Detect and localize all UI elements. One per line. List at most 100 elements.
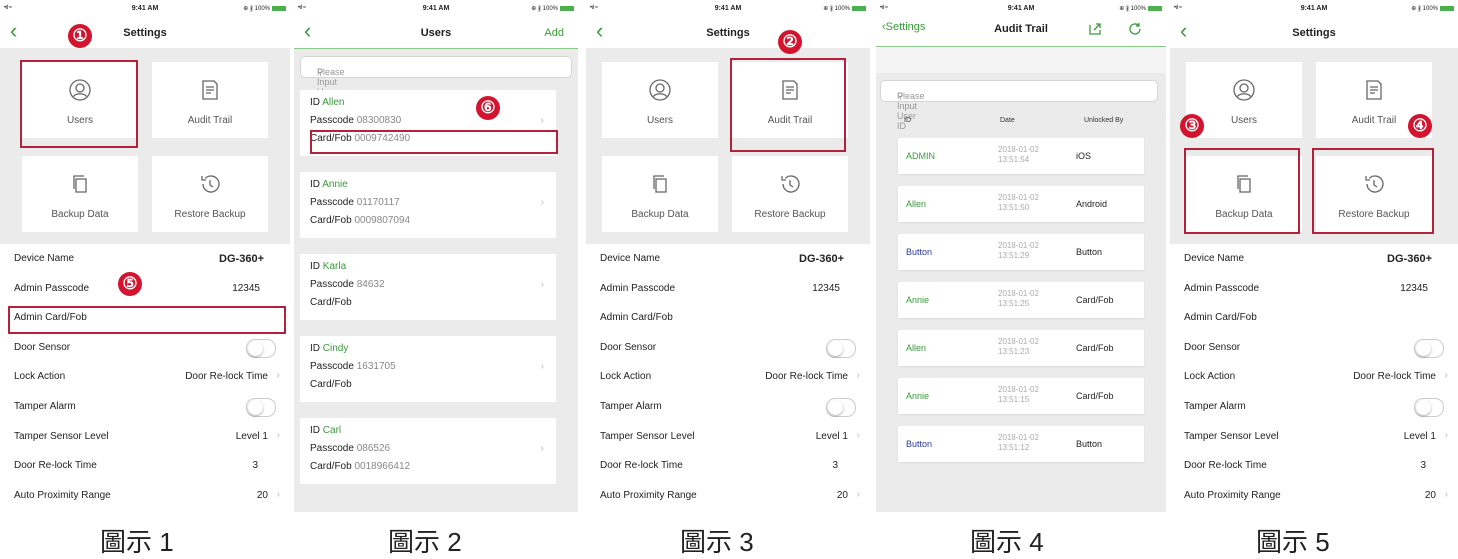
device-name-row[interactable]: Device Name DG-360+: [0, 244, 290, 274]
backup-data-tile[interactable]: Backup Data: [22, 156, 138, 232]
settings-list: Device Name DG-360+ Admin Passcode 12345 A…: [0, 244, 290, 510]
marker-3: ③: [1180, 114, 1204, 138]
user-circle-icon: [1233, 79, 1255, 101]
audit-date-day: 2018-01-02: [998, 193, 1039, 202]
tamper-level-value: Level 1: [235, 430, 268, 442]
add-button[interactable]: Add: [544, 27, 564, 39]
relock-time-value: 3: [832, 460, 838, 472]
audit-row[interactable]: Button 2018-01-02 13:51:29 Button: [898, 234, 1144, 270]
door-sensor-row: Door Sensor: [1170, 333, 1458, 363]
tamper-alarm-toggle[interactable]: [246, 397, 276, 417]
audit-date-time: 13:51:29: [998, 251, 1030, 260]
admin-card-row[interactable]: Admin Card/Fob: [586, 303, 870, 333]
col-header-date: Date: [1000, 117, 1015, 124]
search-input[interactable]: ⚲ Please Input User ID: [880, 80, 1158, 131]
device-name-label: Device Name: [14, 253, 75, 264]
chevron-right-icon: ›: [276, 429, 280, 441]
user-id-line: ID Cindy: [310, 343, 348, 354]
admin-passcode-row[interactable]: Admin Passcode 12345: [586, 274, 870, 304]
tamper-level-row[interactable]: Tamper Sensor Level Level 1 ›: [1170, 422, 1458, 452]
chevron-right-icon: ›: [856, 370, 860, 382]
device-name-row[interactable]: Device Name DG-360+: [1170, 244, 1458, 274]
battery-icon: [852, 5, 866, 11]
user-card[interactable]: ID Cindy Passcode 1631705 Card/Fob ›: [300, 336, 556, 402]
audit-row[interactable]: Button 2018-01-02 13:51:12 Button: [898, 426, 1144, 462]
chevron-right-icon: ›: [540, 197, 544, 208]
user-id-line: ID Allen: [310, 97, 344, 108]
audit-row[interactable]: Allen 2018-01-02 13:51:23 Card/Fob: [898, 330, 1144, 366]
relock-time-value: 3: [252, 460, 258, 472]
battery-icon: [560, 5, 574, 11]
backup-data-tile[interactable]: Backup Data: [602, 156, 718, 232]
audit-row[interactable]: Annie 2018-01-02 13:51:15 Card/Fob: [898, 378, 1144, 414]
admin-passcode-row[interactable]: Admin Passcode 12345: [0, 274, 290, 304]
door-sensor-toggle[interactable]: [246, 338, 276, 358]
tamper-alarm-label: Tamper Alarm: [14, 400, 76, 412]
share-icon[interactable]: [1088, 22, 1102, 36]
user-id-line: ID Carl: [310, 425, 341, 436]
lock-action-row[interactable]: Lock Action Door Re-lock Time ›: [586, 362, 870, 392]
audit-id: Annie: [906, 391, 930, 401]
restore-backup-tile-label: Restore Backup: [174, 209, 246, 220]
relock-time-row[interactable]: Door Re-lock Time 3: [586, 451, 870, 481]
user-id-value: Cindy: [322, 343, 349, 354]
audit-id: Allen: [906, 199, 927, 209]
lock-action-row[interactable]: Lock Action Door Re-lock Time ›: [1170, 362, 1458, 392]
user-passcode-line: Passcode 84632: [310, 279, 385, 290]
tamper-alarm-toggle[interactable]: [1414, 397, 1444, 417]
audit-unlocked-by: Button: [1076, 439, 1103, 449]
relock-time-row[interactable]: Door Re-lock Time 3: [0, 451, 290, 481]
door-sensor-toggle[interactable]: [826, 338, 856, 358]
audit-trail-tile[interactable]: Audit Trail: [152, 62, 268, 138]
lock-action-label: Lock Action: [14, 371, 66, 383]
user-card[interactable]: ID Carl Passcode 086526 Card/Fob 001896641…: [300, 418, 556, 484]
door-sensor-toggle[interactable]: [1414, 338, 1444, 358]
admin-passcode-label: Admin Passcode: [600, 282, 676, 294]
user-id-label: ID: [310, 261, 320, 272]
tamper-alarm-toggle[interactable]: [826, 397, 856, 417]
admin-passcode-row[interactable]: Admin Passcode 12345: [1170, 274, 1458, 304]
page-title: Settings: [706, 27, 750, 39]
proximity-row[interactable]: Auto Proximity Range 20 ›: [1170, 481, 1458, 511]
restore-backup-tile[interactable]: Restore Backup: [732, 156, 848, 232]
proximity-value: 20: [256, 489, 268, 501]
marker-5: ⑤: [118, 272, 142, 296]
device-name-value: DG-360+: [1387, 253, 1432, 265]
restore-backup-tile[interactable]: Restore Backup: [152, 156, 268, 232]
status-bar: •ıl ≈ 9:41 AM ⊕ ∦ 100%: [586, 0, 870, 18]
nav-bar: ‹ Users Add: [294, 18, 578, 49]
admin-card-row[interactable]: Admin Card/Fob: [1170, 303, 1458, 333]
search-input[interactable]: ⚲ Please Input User ID: [300, 56, 572, 107]
relock-time-value: 3: [1420, 460, 1426, 472]
audit-row[interactable]: Annie 2018-01-02 13:51:25 Card/Fob: [898, 282, 1144, 318]
audit-date-time: 13:51:25: [998, 299, 1030, 308]
audit-date: 2018-01-02 13:51:50: [998, 193, 1039, 213]
tamper-level-row[interactable]: Tamper Sensor Level Level 1 ›: [0, 422, 290, 452]
audit-id: Button: [906, 439, 933, 449]
col-header-unlocked-by: Unlocked By: [1084, 117, 1124, 124]
admin-passcode-label: Admin Passcode: [14, 282, 90, 294]
chevron-right-icon: ›: [276, 488, 280, 500]
audit-row[interactable]: ADMIN 2018-01-02 13:51:54 iOS: [898, 138, 1144, 174]
tamper-alarm-label: Tamper Alarm: [600, 400, 662, 412]
user-card[interactable]: ID Karla Passcode 84632 Card/Fob ›: [300, 254, 556, 320]
tamper-level-value: Level 1: [1403, 430, 1436, 442]
user-card[interactable]: ID Annie Passcode 01170117 Card/Fob 000980…: [300, 172, 556, 238]
battery-indicator: ⊕ ∦ 100%: [1119, 5, 1162, 12]
door-sensor-row: Door Sensor: [0, 333, 290, 363]
refresh-icon[interactable]: [1128, 22, 1142, 36]
tamper-level-row[interactable]: Tamper Sensor Level Level 1 ›: [586, 422, 870, 452]
device-name-row[interactable]: Device Name DG-360+: [586, 244, 870, 274]
user-card-fob-label: Card/Fob: [310, 215, 352, 226]
lock-action-row[interactable]: Lock Action Door Re-lock Time ›: [0, 362, 290, 392]
proximity-row[interactable]: Auto Proximity Range 20 ›: [0, 481, 290, 511]
users-tile[interactable]: Users: [602, 62, 718, 138]
audit-unlocked-by: Button: [1076, 247, 1103, 257]
audit-date-time: 13:51:23: [998, 347, 1030, 356]
settings-list: Device Name DG-360+ Admin Passcode 12345 A…: [586, 244, 870, 510]
audit-row[interactable]: Allen 2018-01-02 13:51:50 Android: [898, 186, 1144, 222]
proximity-row[interactable]: Auto Proximity Range 20 ›: [586, 481, 870, 511]
relock-time-row[interactable]: Door Re-lock Time 3: [1170, 451, 1458, 481]
nav-bar: ‹ Settings: [586, 18, 870, 49]
door-sensor-label: Door Sensor: [14, 341, 71, 353]
